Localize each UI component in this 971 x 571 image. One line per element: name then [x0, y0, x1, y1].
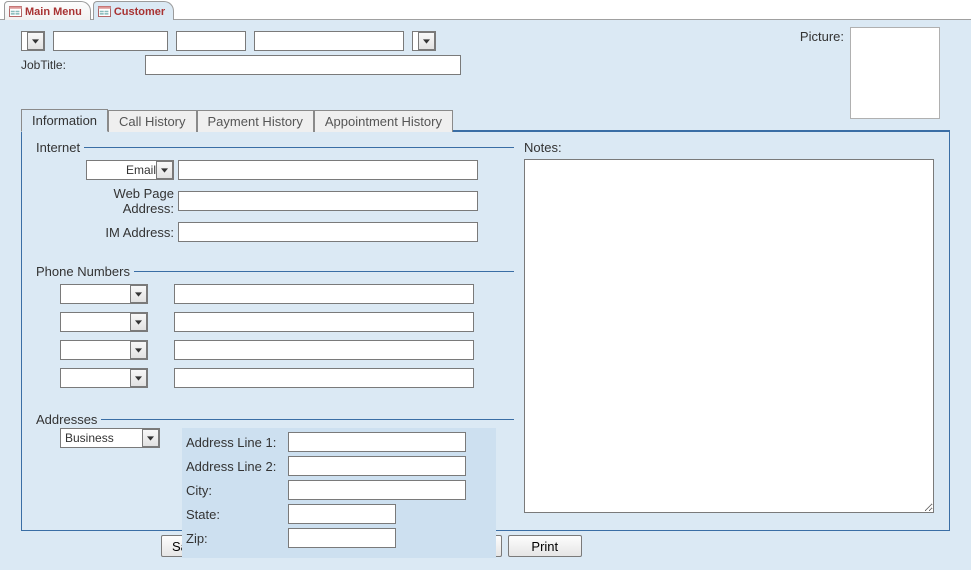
information-panel: Internet Email — [21, 131, 950, 531]
app-tab-main-menu[interactable]: Main Menu — [4, 1, 91, 20]
dropdown-button[interactable] — [130, 285, 147, 303]
picture-box[interactable] — [850, 27, 940, 119]
suffix-combo[interactable] — [412, 31, 436, 51]
jobtitle-label: JobTitle: — [21, 58, 139, 72]
dropdown-button[interactable] — [156, 161, 173, 179]
last-name-input[interactable] — [254, 31, 404, 51]
addr-line1-label: Address Line 1: — [186, 435, 284, 450]
zip-label: Zip: — [186, 531, 284, 546]
state-input[interactable] — [288, 504, 396, 524]
phone-type-combo[interactable] — [60, 312, 148, 332]
form-icon — [98, 6, 111, 17]
dropdown-button[interactable] — [418, 32, 435, 50]
chevron-down-icon — [135, 320, 142, 325]
print-button[interactable]: Print — [508, 535, 582, 557]
notes-label: Notes: — [524, 140, 562, 155]
address-type-value: Business — [65, 431, 114, 445]
tab-call-history[interactable]: Call History — [108, 110, 196, 132]
dropdown-button[interactable] — [130, 341, 147, 359]
app-tab-label: Customer — [114, 6, 165, 18]
picture-label: Picture: — [800, 27, 844, 44]
city-label: City: — [186, 483, 284, 498]
state-label: State: — [186, 507, 284, 522]
dropdown-button[interactable] — [27, 32, 44, 50]
phone-type-combo[interactable] — [60, 284, 148, 304]
dropdown-button[interactable] — [130, 369, 147, 387]
chevron-down-icon — [161, 168, 168, 173]
app-tab-bar: Main Menu Customer — [0, 0, 971, 20]
middle-name-input[interactable] — [176, 31, 246, 51]
tab-payment-history[interactable]: Payment History — [197, 110, 314, 132]
title-combo[interactable] — [21, 31, 45, 51]
chevron-down-icon — [147, 436, 154, 441]
picture-block: Picture: — [800, 27, 940, 119]
tab-information[interactable]: Information — [21, 109, 108, 132]
webpage-label: Web Page Address: — [60, 186, 174, 216]
dropdown-button[interactable] — [130, 313, 147, 331]
addresses-legend: Addresses — [36, 412, 101, 427]
chevron-down-icon — [423, 39, 430, 44]
addr-line2-input[interactable] — [288, 456, 466, 476]
zip-input[interactable] — [288, 528, 396, 548]
tab-appointment-history[interactable]: Appointment History — [314, 110, 453, 132]
phone-input[interactable] — [174, 312, 474, 332]
addresses-fieldset: Addresses Business Address Line 1: Addre… — [36, 412, 514, 558]
chevron-down-icon — [32, 39, 39, 44]
addr-line1-input[interactable] — [288, 432, 466, 452]
phone-input[interactable] — [174, 340, 474, 360]
webpage-input[interactable] — [178, 191, 478, 211]
phone-type-combo[interactable] — [60, 340, 148, 360]
app-tab-label: Main Menu — [25, 6, 82, 18]
email-input[interactable] — [178, 160, 478, 180]
city-input[interactable] — [288, 480, 466, 500]
chevron-down-icon — [135, 348, 142, 353]
dropdown-button[interactable] — [142, 429, 159, 447]
internet-legend: Internet — [36, 140, 84, 155]
first-name-input[interactable] — [53, 31, 168, 51]
phone-input[interactable] — [174, 368, 474, 388]
chevron-down-icon — [135, 292, 142, 297]
addr-line2-label: Address Line 2: — [186, 459, 284, 474]
email-type-combo[interactable]: Email — [86, 160, 174, 180]
address-panel: Address Line 1: Address Line 2: City: — [182, 428, 496, 558]
jobtitle-input[interactable] — [145, 55, 461, 75]
phone-input[interactable] — [174, 284, 474, 304]
notes-area: Notes: — [524, 140, 935, 516]
app-tab-customer[interactable]: Customer — [93, 1, 174, 20]
notes-textarea[interactable] — [524, 159, 934, 513]
customer-form: JobTitle: Picture: Information Call Hist… — [0, 20, 971, 570]
phone-type-combo[interactable] — [60, 368, 148, 388]
im-input[interactable] — [178, 222, 478, 242]
email-type-label: Email — [91, 163, 156, 177]
phone-fieldset: Phone Numbers — [36, 264, 514, 406]
form-icon — [9, 6, 22, 17]
address-type-combo[interactable]: Business — [60, 428, 160, 448]
internet-fieldset: Internet Email — [36, 140, 514, 258]
chevron-down-icon — [135, 376, 142, 381]
im-label: IM Address: — [60, 225, 174, 240]
phone-legend: Phone Numbers — [36, 264, 134, 279]
